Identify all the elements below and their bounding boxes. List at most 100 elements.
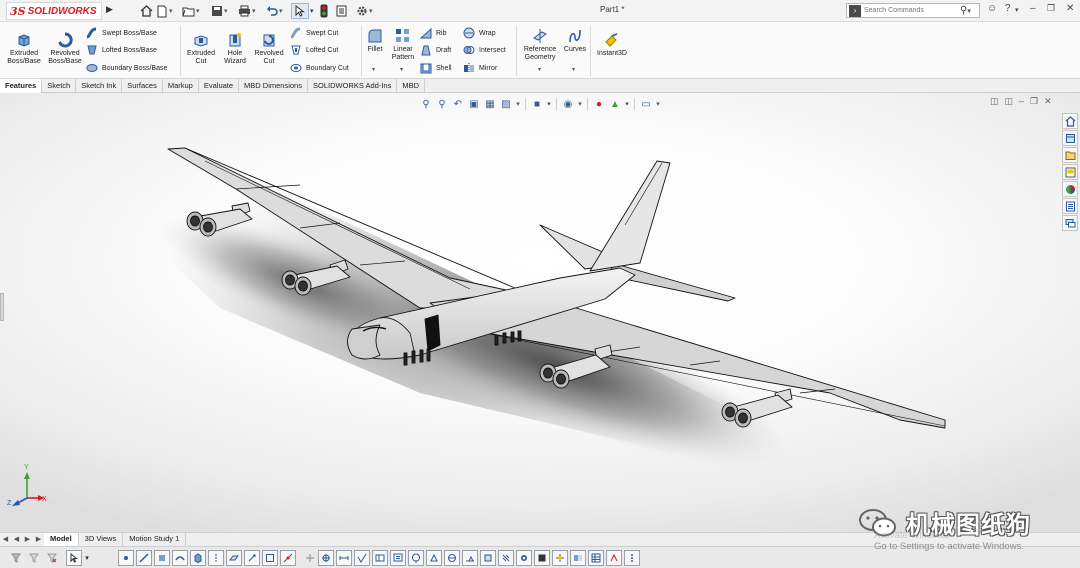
- hide-show-items-icon[interactable]: ◉: [560, 97, 576, 111]
- filter-surface-bodies-icon[interactable]: [172, 550, 188, 566]
- filter-midpoints-icon[interactable]: [280, 550, 296, 566]
- lofted-boss-button[interactable]: Lofted Boss/Base: [86, 43, 157, 57]
- tab-first-icon[interactable]: ◀: [0, 533, 11, 546]
- tab-sketch[interactable]: Sketch: [42, 79, 77, 93]
- filter-planes-icon[interactable]: [226, 550, 242, 566]
- tab-markup[interactable]: Markup: [163, 79, 199, 93]
- filter-tables-icon[interactable]: [588, 550, 604, 566]
- forum-icon[interactable]: [1062, 215, 1078, 231]
- dynamic-annotation-icon[interactable]: ▦: [482, 97, 498, 111]
- previous-view-icon[interactable]: ↶: [450, 97, 466, 111]
- filter-blocks-icon[interactable]: [480, 550, 496, 566]
- boundary-boss-button[interactable]: Boundary Boss/Base: [86, 61, 167, 75]
- filter-center-marks-icon[interactable]: [302, 550, 318, 566]
- view-palette-icon[interactable]: [1062, 164, 1078, 180]
- design-library-icon[interactable]: [1062, 130, 1078, 146]
- zoom-to-area-icon[interactable]: ⚲: [434, 97, 450, 111]
- help-icon[interactable]: ?: [1005, 3, 1011, 14]
- instant3d-button[interactable]: Instant3D: [593, 32, 631, 58]
- minimize-window-icon[interactable]: –: [1030, 3, 1036, 14]
- options-gear-icon[interactable]: ▾: [356, 3, 373, 19]
- save-icon[interactable]: ▾: [211, 3, 228, 19]
- undo-icon[interactable]: ▾: [266, 3, 283, 19]
- tab-sketch-ink[interactable]: Sketch Ink: [76, 79, 123, 93]
- filter-datum-targets-icon[interactable]: [444, 550, 460, 566]
- tab-evaluate[interactable]: Evaluate: [199, 79, 240, 93]
- search-commands-box[interactable]: › ⚲ ▾: [846, 3, 980, 18]
- solidworks-logo[interactable]: 3S SOLIDWORKS: [6, 2, 102, 20]
- new-document-icon[interactable]: ▾: [156, 3, 173, 19]
- linear-pattern-button[interactable]: Linear Pattern: [388, 28, 418, 62]
- tab-mbd-dimensions[interactable]: MBD Dimensions: [239, 79, 308, 93]
- open-folder-icon[interactable]: ▾: [182, 3, 200, 19]
- boundary-cut-button[interactable]: Boundary Cut: [290, 61, 349, 75]
- filter-section-line-icon[interactable]: [624, 550, 640, 566]
- fillet-button[interactable]: Fillet: [364, 28, 386, 54]
- filter-balloons-icon[interactable]: [408, 550, 424, 566]
- rebuild-icon[interactable]: [320, 3, 328, 19]
- swept-cut-button[interactable]: Swept Cut: [290, 26, 338, 40]
- view-orientation-caret-icon[interactable]: ▾: [514, 97, 522, 111]
- filter-edges-icon[interactable]: [136, 550, 152, 566]
- filter-geometric-tolerance-icon[interactable]: [372, 550, 388, 566]
- apply-scene-caret-icon[interactable]: ▾: [623, 97, 631, 111]
- filter-axes-icon[interactable]: [208, 550, 224, 566]
- viewport-close-icon[interactable]: ✕: [1044, 96, 1052, 107]
- filter-centerline-icon[interactable]: [318, 550, 334, 566]
- tab-motion-study[interactable]: Motion Study 1: [123, 533, 187, 547]
- filter-faces-icon[interactable]: [154, 550, 170, 566]
- tab-last-icon[interactable]: ▶: [33, 533, 44, 546]
- tab-features[interactable]: Features: [0, 79, 43, 93]
- file-properties-icon[interactable]: [336, 3, 347, 19]
- filter-annotations-icon[interactable]: [606, 550, 622, 566]
- filter-connection-points-icon[interactable]: [534, 550, 550, 566]
- viewport-restore-icon[interactable]: ❐: [1030, 96, 1038, 107]
- extruded-cut-button[interactable]: Extruded Cut: [182, 32, 220, 66]
- edit-appearance-icon[interactable]: ●: [591, 97, 607, 111]
- viewport-popout-icon[interactable]: ◫: [1005, 96, 1014, 107]
- print-icon[interactable]: ▾: [238, 3, 256, 19]
- curves-button[interactable]: Curves: [562, 28, 588, 54]
- home-icon[interactable]: [140, 3, 153, 19]
- filter-notes-icon[interactable]: [390, 550, 406, 566]
- user-icon[interactable]: ☺: [987, 3, 997, 14]
- pattern-dropdown-icon[interactable]: ▾: [400, 66, 403, 73]
- filter-weld-symbols-icon[interactable]: [462, 550, 478, 566]
- viewport-minimize-icon[interactable]: –: [1019, 96, 1024, 107]
- revolved-boss-button[interactable]: Revolved Boss/Base: [45, 32, 85, 66]
- appearances-scenes-icon[interactable]: [1062, 181, 1078, 197]
- airplane-model[interactable]: [0, 93, 1080, 532]
- help-caret-icon[interactable]: ▾: [1015, 6, 1019, 14]
- reference-geometry-button[interactable]: Reference Geometry: [519, 28, 561, 62]
- zoom-to-fit-icon[interactable]: ⚲: [418, 97, 434, 111]
- view-triad[interactable]: [12, 472, 44, 506]
- close-window-icon[interactable]: ✕: [1066, 3, 1074, 14]
- menu-expand-icon[interactable]: ▶: [106, 4, 114, 18]
- filter-sketch-points-icon[interactable]: [244, 550, 260, 566]
- filter-dowel-pins-icon[interactable]: [516, 550, 532, 566]
- search-commands-input[interactable]: [864, 7, 960, 14]
- filter-mates-icon[interactable]: [570, 550, 586, 566]
- revolved-cut-button[interactable]: Revolved Cut: [252, 32, 286, 66]
- search-scope-icon[interactable]: ›: [849, 4, 861, 17]
- hole-wizard-button[interactable]: Hole Wizard: [218, 32, 252, 66]
- hide-show-caret-icon[interactable]: ▾: [576, 97, 584, 111]
- filter-solid-bodies-icon[interactable]: [190, 550, 206, 566]
- lofted-cut-button[interactable]: Lofted Cut: [290, 43, 338, 57]
- fillet-dropdown-icon[interactable]: ▾: [372, 66, 375, 73]
- shell-button[interactable]: Shell: [420, 61, 452, 75]
- clear-filters-icon[interactable]: [44, 550, 60, 566]
- custom-properties-icon[interactable]: [1062, 198, 1078, 214]
- tab-solidworks-addins[interactable]: SOLIDWORKS Add-Ins: [308, 79, 398, 93]
- tab-model[interactable]: Model: [44, 533, 79, 547]
- tab-next-icon[interactable]: ▶: [22, 533, 33, 546]
- mirror-button[interactable]: Mirror: [463, 61, 497, 75]
- tab-prev-icon[interactable]: ◀: [11, 533, 22, 546]
- view-orientation-icon[interactable]: ▨: [498, 97, 514, 111]
- reference-geometry-dropdown-icon[interactable]: ▾: [538, 66, 541, 73]
- file-explorer-icon[interactable]: [1062, 147, 1078, 163]
- solidworks-resources-icon[interactable]: [1062, 113, 1078, 129]
- filter-off-icon[interactable]: [26, 550, 42, 566]
- filter-surface-finish-icon[interactable]: [354, 550, 370, 566]
- restore-window-icon[interactable]: ❐: [1047, 3, 1055, 14]
